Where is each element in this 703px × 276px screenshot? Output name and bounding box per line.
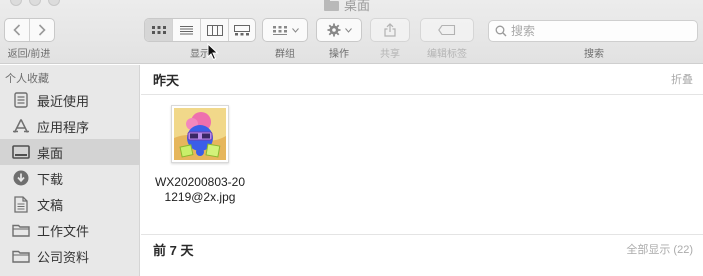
sidebar-item-label: 桌面 xyxy=(37,145,64,161)
desktop-icon xyxy=(12,143,30,161)
tag-icon xyxy=(438,25,456,35)
view-mode-control xyxy=(144,18,256,42)
recents-icon xyxy=(12,91,30,109)
chevron-right-icon xyxy=(38,24,46,36)
gallery-view-button[interactable] xyxy=(229,19,255,41)
sidebar-section-header: 个人收藏 xyxy=(5,73,49,85)
share-icon xyxy=(384,23,396,37)
zoom-window-button[interactable] xyxy=(48,0,60,6)
column-view-icon xyxy=(206,24,223,36)
sidebar-item-desktop[interactable]: 桌面 xyxy=(0,139,140,165)
gallery-view-icon xyxy=(234,24,250,35)
sidebar-item-recents[interactable]: 最近使用 xyxy=(0,87,140,113)
edit-tags-button[interactable] xyxy=(420,18,474,42)
section-header-yesterday: 昨天 折叠 xyxy=(141,65,703,93)
sidebar-item-applications[interactable]: 应用程序 xyxy=(0,113,140,139)
column-view-button[interactable] xyxy=(201,19,229,41)
folder-icon xyxy=(12,247,30,265)
edit-tags-label: 编辑标签 xyxy=(427,49,467,60)
back-forward-control xyxy=(4,18,55,42)
collapse-link[interactable]: 折叠 xyxy=(671,71,693,87)
forward-button[interactable] xyxy=(30,19,54,41)
window-title: 桌面 xyxy=(324,0,370,12)
image-thumbnail xyxy=(171,105,229,163)
close-window-button[interactable] xyxy=(10,0,22,6)
icon-view-icon xyxy=(151,26,166,34)
icon-view-button[interactable] xyxy=(145,19,173,41)
sidebar-item-documents[interactable]: 文稿 xyxy=(0,191,140,217)
minimize-window-button[interactable] xyxy=(29,0,41,6)
toolbar: 桌面 返回/前进 显示 群组 操作 共享 编辑标签 搜索 搜索 xyxy=(0,0,703,64)
sidebar-item-label: 工作文件 xyxy=(37,223,90,239)
folder-icon xyxy=(12,221,30,239)
search-input[interactable] xyxy=(511,24,691,38)
list-view-icon xyxy=(180,25,193,34)
back-button[interactable] xyxy=(5,19,30,41)
window-title-text: 桌面 xyxy=(344,0,371,13)
search-field[interactable] xyxy=(488,20,698,42)
documents-icon xyxy=(12,195,30,213)
file-name: WX20200803-20 1219@2x.jpg xyxy=(141,175,259,205)
show-all-link[interactable]: 全部显示 (22) xyxy=(626,241,693,257)
section-title: 前 7 天 xyxy=(153,242,194,258)
file-browser: 昨天 折叠 WX20200803-20 1219@2x.jpg 前 7 天 全部… xyxy=(141,65,703,276)
chevron-down-icon xyxy=(344,27,352,33)
section-divider xyxy=(141,94,703,95)
section-header-previous-7-days: 前 7 天 全部显示 (22) xyxy=(141,235,703,263)
sidebar-item-label: 下载 xyxy=(37,171,64,187)
sidebar-item-company-docs[interactable]: 公司资料 xyxy=(0,243,140,269)
sidebar-item-label: 最近使用 xyxy=(37,93,90,109)
section-title: 昨天 xyxy=(153,72,180,88)
group-icon xyxy=(272,25,287,35)
sidebar-item-label: 应用程序 xyxy=(37,119,90,135)
chevron-down-icon xyxy=(291,27,299,33)
sidebar-item-work-files[interactable]: 工作文件 xyxy=(0,217,140,243)
list-view-button[interactable] xyxy=(173,19,201,41)
back-forward-label: 返回/前进 xyxy=(7,49,51,60)
sidebar-item-downloads[interactable]: 下载 xyxy=(0,165,140,191)
share-label: 共享 xyxy=(380,49,400,60)
share-button[interactable] xyxy=(370,18,410,42)
file-item[interactable]: WX20200803-20 1219@2x.jpg xyxy=(141,105,259,205)
action-label: 操作 xyxy=(329,49,349,60)
search-icon xyxy=(495,25,507,37)
group-label: 群组 xyxy=(275,49,295,60)
sidebar-item-label: 文稿 xyxy=(37,197,64,213)
sidebar: 个人收藏 最近使用 应用程序 桌面 下载 文稿 工作文件 公司资料 xyxy=(0,65,140,276)
applications-icon xyxy=(12,117,30,135)
folder-icon xyxy=(324,0,339,11)
search-label: 搜索 xyxy=(584,49,604,60)
downloads-icon xyxy=(12,169,30,187)
gear-icon xyxy=(327,23,340,37)
file-name-line-1: WX20200803-20 xyxy=(154,175,246,189)
action-button[interactable] xyxy=(316,18,362,42)
sticker-image-thumbnail-icon xyxy=(174,108,226,160)
group-by-button[interactable] xyxy=(262,18,308,42)
sidebar-item-label: 公司资料 xyxy=(37,249,90,265)
file-name-line-2: 1219@2x.jpg xyxy=(164,190,236,204)
chevron-left-icon xyxy=(13,24,21,36)
mouse-pointer-icon xyxy=(207,43,219,61)
